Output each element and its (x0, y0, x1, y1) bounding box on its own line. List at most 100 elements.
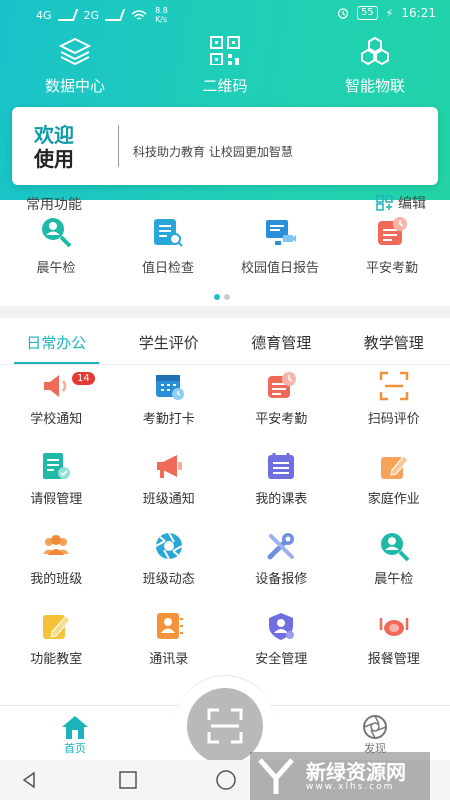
grid-item-morning-check[interactable]: 晨午检 (338, 530, 450, 610)
edit-note-icon (40, 610, 72, 642)
grid-item-label: 通讯录 (149, 648, 188, 667)
grid-item-label: 班级通知 (143, 488, 195, 507)
qrcode-icon (209, 36, 241, 65)
grid-item-my-class[interactable]: 我的班级 (0, 530, 113, 610)
grid-item-my-schedule[interactable]: 我的课表 (225, 450, 338, 530)
category-tabs: 日常办公 学生评价 德育管理 教学管理 (0, 320, 450, 365)
grid-item-attendance-checkin[interactable]: 考勤打卡 (113, 370, 226, 450)
grid-item-equipment-repair[interactable]: 设备报修 (225, 530, 338, 610)
grid-item-label: 设备报修 (255, 568, 307, 587)
grid-item-scan-evaluation[interactable]: 扫码评价 (338, 370, 450, 450)
grid-item-leave-management[interactable]: 请假管理 (0, 450, 113, 530)
schedule-icon (265, 450, 297, 482)
clock-card-icon (375, 215, 409, 249)
top-nav: 数据中心 二维码 智能物联 (0, 36, 450, 96)
tab-home-label: 首页 (64, 740, 86, 756)
net-speed: 8.8 (155, 6, 168, 15)
nav-label: 二维码 (202, 75, 247, 96)
layers-icon (58, 36, 92, 65)
calendar-clock-icon (153, 370, 185, 402)
welcome-line1: 欢迎 (34, 123, 74, 147)
grid-item-label: 考勤打卡 (143, 408, 195, 427)
network-4g: 4G (36, 9, 52, 22)
signal-icon (105, 9, 125, 21)
watermark-url: www.xlhs.com (306, 782, 394, 792)
aperture-icon (153, 530, 185, 562)
watermark-text: 新绿资源网 (306, 756, 406, 785)
common-item-morning-check[interactable]: 晨午检 (0, 215, 112, 276)
megaphone-icon (153, 450, 185, 482)
grid-item-label: 平安考勤 (255, 408, 307, 427)
grid-item-label: 家庭作业 (368, 488, 420, 507)
grid-item-label: 我的课表 (255, 488, 307, 507)
group-icon (40, 530, 72, 562)
clock-card-icon (265, 370, 297, 402)
grid-edit-icon (376, 195, 394, 211)
nav-label: 数据中心 (45, 75, 105, 96)
grid-item-function-classroom[interactable]: 功能教室 (0, 610, 113, 690)
carousel-dot-active[interactable] (214, 294, 220, 300)
grid-item-label: 安全管理 (255, 648, 307, 667)
grid-item-safe-attendance[interactable]: 平安考勤 (225, 370, 338, 450)
common-item-label: 平安考勤 (366, 257, 418, 276)
common-functions: 晨午检 值日检查 校园值日报告 平安考勤 (0, 215, 450, 276)
slogan: 科技助力教育 让校园更加智慧 (133, 143, 293, 160)
common-item-duty-report[interactable]: 校园值日报告 (224, 215, 336, 276)
common-item-duty-check[interactable]: 值日检查 (112, 215, 224, 276)
nav-data-center[interactable]: 数据中心 (0, 36, 150, 96)
charging-icon: ⚡ (386, 7, 394, 20)
common-item-label: 晨午检 (36, 257, 75, 276)
recents-icon (120, 772, 136, 788)
welcome-title: 欢迎 使用 (34, 123, 74, 171)
watermark-y-icon (256, 756, 296, 796)
net-speed-unit: K/s (155, 15, 168, 24)
carousel-dot[interactable] (224, 294, 230, 300)
tab-teaching-management[interactable]: 教学管理 (338, 320, 450, 364)
edit-label: 编辑 (398, 193, 426, 213)
grid-item-meal-management[interactable]: 报餐管理 (338, 610, 450, 690)
speaker-icon (40, 370, 72, 402)
nav-label: 智能物联 (345, 75, 405, 96)
grid-item-label: 班级动态 (143, 568, 195, 587)
home-circle-icon (217, 771, 235, 789)
network-2g: 2G (84, 9, 100, 22)
carousel-dots (214, 294, 230, 300)
tab-home[interactable]: 首页 (50, 714, 100, 756)
grid-item-class-notice[interactable]: 班级通知 (113, 450, 226, 530)
common-item-safe-attendance[interactable]: 平安考勤 (336, 215, 448, 276)
function-grid: 14 学校通知 考勤打卡 平安考勤 扫码评价 请假管理 (0, 370, 450, 690)
nav-qrcode[interactable]: 二维码 (150, 36, 300, 96)
homework-pencil-icon (378, 450, 410, 482)
section-divider (0, 306, 450, 318)
tools-icon (265, 530, 297, 562)
nav-smart-iot[interactable]: 智能物联 (300, 36, 450, 96)
wifi-icon (131, 9, 147, 21)
tab-moral-management[interactable]: 德育管理 (225, 320, 338, 364)
clock: 16:21 (401, 6, 436, 20)
meal-plate-icon (378, 610, 410, 642)
grid-item-label: 扫码评价 (368, 408, 420, 427)
grid-item-school-notice[interactable]: 14 学校通知 (0, 370, 113, 450)
watermark-logo: 新绿资源网 www.xlhs.com (250, 752, 430, 800)
search-person-icon (39, 215, 73, 249)
tab-discover[interactable]: 发现 (350, 714, 400, 756)
edit-button[interactable]: 编辑 (376, 193, 426, 213)
divider (118, 125, 119, 167)
search-person-icon (378, 530, 410, 562)
grid-item-homework[interactable]: 家庭作业 (338, 450, 450, 530)
home-icon (60, 714, 90, 740)
grid-item-class-dynamics[interactable]: 班级动态 (113, 530, 226, 610)
tab-daily-office[interactable]: 日常办公 (0, 320, 113, 364)
checklist-search-icon (151, 215, 185, 249)
tab-student-evaluation[interactable]: 学生评价 (113, 320, 226, 364)
battery-level: 55 (357, 6, 378, 20)
notification-badge: 14 (72, 372, 95, 385)
grid-item-label: 功能教室 (30, 648, 82, 667)
welcome-line2: 使用 (34, 147, 74, 171)
shield-user-icon (265, 610, 297, 642)
report-camera-icon (263, 215, 297, 249)
signal-icon (57, 9, 77, 21)
common-item-label: 值日检查 (142, 257, 194, 276)
aperture-icon (360, 714, 390, 740)
grid-item-label: 学校通知 (30, 408, 82, 427)
